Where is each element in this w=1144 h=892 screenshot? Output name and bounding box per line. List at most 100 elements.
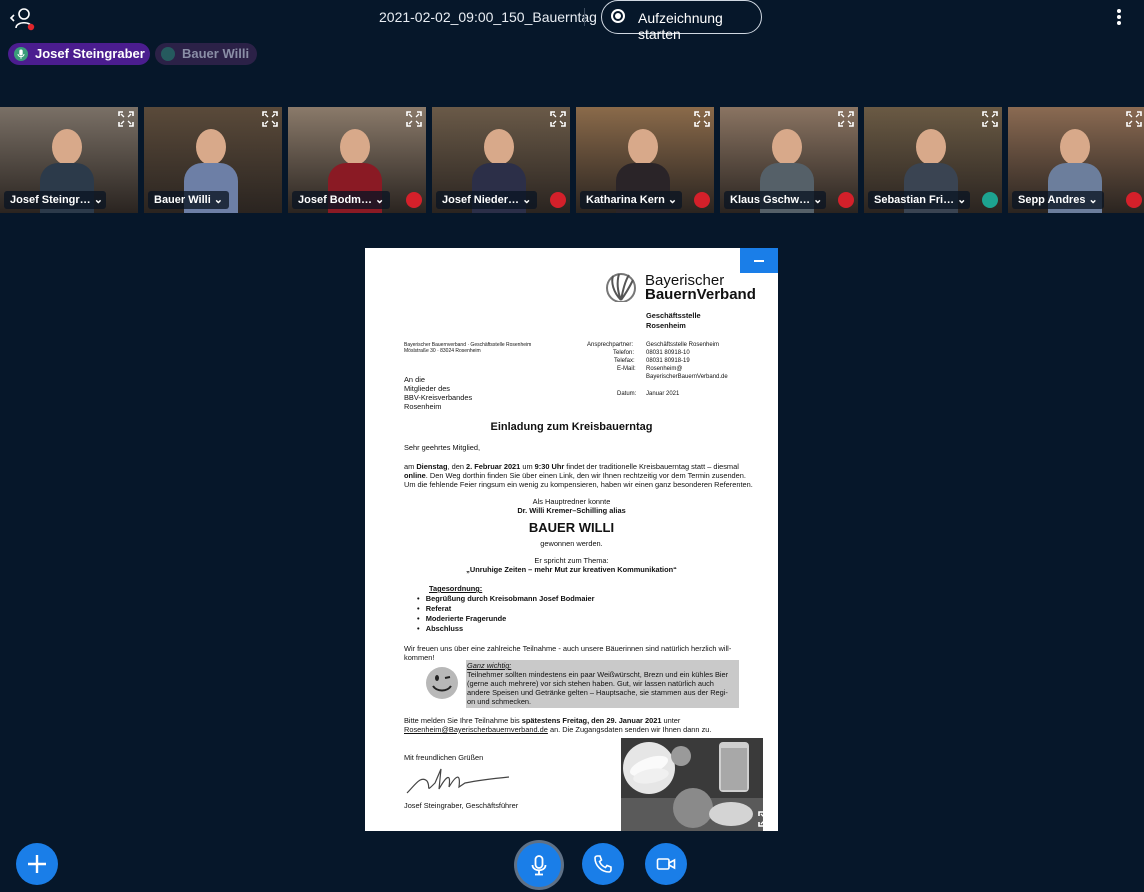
contact-value-1: 08031 80918-10 xyxy=(646,350,690,356)
register-email-link[interactable]: Rosenheim@Bayerischerbauernverband.de xyxy=(404,725,548,734)
speaker-name: Dr. Willi Kremer–Schilling alias xyxy=(517,506,626,515)
office-line1: Geschäftsstelle xyxy=(646,311,701,320)
webcam-tile[interactable]: Sepp Andres ⌄ xyxy=(1008,107,1144,213)
note-line-3: on und schmecken. xyxy=(467,697,532,706)
plus-icon xyxy=(28,855,46,873)
fullscreen-icon[interactable] xyxy=(550,111,566,127)
actions-plus-button[interactable] xyxy=(16,843,58,885)
webcam-name-dropdown[interactable]: Bauer Willi ⌄ xyxy=(148,191,230,209)
headline: Einladung zum Kreisbauerntag xyxy=(490,421,653,433)
users-icon xyxy=(9,8,35,31)
agenda-item-0: • Begrüßung durch Kreisobmann Josef Bodm… xyxy=(417,594,595,603)
agenda-item-1: • Referat xyxy=(417,604,452,613)
mute-microphone-button[interactable] xyxy=(517,843,561,887)
topic-intro: Er spricht zum Thema: xyxy=(534,556,609,565)
fullscreen-icon[interactable] xyxy=(1126,111,1142,127)
webcam-name-dropdown[interactable]: Klaus Gschw… ⌄ xyxy=(724,191,826,209)
closing-line-2: kommen! xyxy=(404,653,435,662)
microphone-icon xyxy=(161,47,175,61)
agenda-item-2: • Moderierte Fragerunde xyxy=(417,614,507,623)
register-line-1: Bitte melden Sie Ihre Teilnahme bis spät… xyxy=(404,716,681,725)
phone-icon xyxy=(594,855,612,873)
webcam-name-dropdown[interactable]: Josef Steingr… ⌄ xyxy=(4,191,106,209)
webcam-name-dropdown[interactable]: Josef Nieder… ⌄ xyxy=(436,191,538,209)
office-line2: Rosenheim xyxy=(646,321,686,330)
greeting: Mit freundlichen Grüßen xyxy=(404,753,484,762)
note-title: Ganz wichtig: xyxy=(467,661,512,670)
meeting-title: 2021-02-02_09:00_150_Bauerntag xyxy=(379,9,597,25)
topic: „Unruhige Zeiten – mehr Mut zur kreative… xyxy=(466,565,677,574)
fullscreen-icon[interactable] xyxy=(982,111,998,127)
contact-label-2: Telefax: xyxy=(614,358,635,364)
contact-label-0: Ansprechpartner: xyxy=(587,342,634,348)
title-divider xyxy=(584,8,585,26)
webcam-tile[interactable]: Sebastian Fri… ⌄ xyxy=(864,107,1002,213)
webcam-name-dropdown[interactable]: Katharina Kern ⌄ xyxy=(580,191,682,209)
share-webcam-button[interactable] xyxy=(645,843,687,885)
webcam-name-dropdown[interactable]: Sepp Andres ⌄ xyxy=(1012,191,1104,209)
contact-label-3: E-Mail: xyxy=(617,366,636,372)
webcam-tile[interactable]: Josef Nieder… ⌄ xyxy=(432,107,570,213)
video-camera-icon xyxy=(656,858,676,870)
muted-microphone-icon xyxy=(406,192,422,208)
fullscreen-icon[interactable] xyxy=(118,111,134,127)
salutation: Sehr geehrtes Mitglied, xyxy=(404,443,480,452)
talking-indicator-bauer-willi[interactable]: Bauer Willi xyxy=(155,43,257,65)
contact-value-3: Rosenheim@ xyxy=(646,366,683,372)
webcam-tile[interactable]: Josef Bodm… ⌄ xyxy=(288,107,426,213)
fullscreen-icon[interactable] xyxy=(838,111,854,127)
agenda-item-3: • Abschluss xyxy=(417,624,464,633)
fullscreen-icon[interactable] xyxy=(262,111,278,127)
paragraph-1-line-3: Um die fehlende Feier ringsum ein wenig … xyxy=(404,480,753,489)
talking-indicator-josef-steingraber[interactable]: Josef Steingraber xyxy=(8,43,150,65)
fullscreen-icon[interactable] xyxy=(694,111,710,127)
muted-microphone-icon xyxy=(838,192,854,208)
webcam-tile[interactable]: Klaus Gschw… ⌄ xyxy=(720,107,858,213)
muted-microphone-icon xyxy=(550,192,566,208)
muted-microphone-icon xyxy=(1126,192,1142,208)
recipient-0: An die xyxy=(404,375,425,384)
logo-line2: BauernVerband xyxy=(645,286,756,303)
smiley-icon xyxy=(426,667,458,699)
fullscreen-presentation-button[interactable] xyxy=(758,811,774,827)
contact-value-2: 08031 80918-19 xyxy=(646,358,690,364)
note-line-1: (gerne auch mehrere) vor sich stehen hab… xyxy=(467,679,714,688)
user-list-toggle-button[interactable] xyxy=(8,6,38,32)
record-icon xyxy=(611,9,625,23)
speaker-intro: Als Hauptredner konnte xyxy=(532,497,611,506)
minimize-presentation-button[interactable] xyxy=(740,248,778,273)
closing-line-1: Wir freuen uns über eine zahlreiche Teil… xyxy=(404,644,732,653)
date-value: Januar 2021 xyxy=(646,391,680,397)
contact-value-0: Geschäftsstelle Rosenheim xyxy=(646,342,720,348)
bbv-logo-icon xyxy=(606,273,636,302)
leave-audio-button[interactable] xyxy=(582,843,624,885)
note-line-0: Teilnehmer sollten mindestens ein paar W… xyxy=(467,670,729,679)
fullscreen-icon[interactable] xyxy=(406,111,422,127)
webcam-name-dropdown[interactable]: Josef Bodm… ⌄ xyxy=(292,191,391,209)
webcam-tile[interactable]: Josef Steingr… ⌄ xyxy=(0,107,138,213)
note-line-2: andere Speisen und Getränke gelten – Hau… xyxy=(467,688,728,697)
options-menu-button[interactable] xyxy=(1112,9,1126,29)
speaker-won: gewonnen werden. xyxy=(540,539,603,548)
weisswurst-photo xyxy=(621,738,763,831)
microphone-icon xyxy=(14,47,28,61)
webcam-tile[interactable]: Bauer Willi ⌄ xyxy=(144,107,282,213)
contact-value-4: BayerischerBauernVerband.de xyxy=(646,374,728,380)
talker-name: Bauer Willi xyxy=(182,46,250,61)
paragraph-1-line-1: am Dienstag, den 2. Februar 2021 um 9:30… xyxy=(404,462,739,471)
contact-label-1: Telefon: xyxy=(613,350,635,356)
webcam-name-dropdown[interactable]: Sebastian Fri… ⌄ xyxy=(868,191,970,209)
listen-only-headphones-icon xyxy=(982,192,998,208)
presentation-slide: Bayerischer BauernVerband Geschäftsstell… xyxy=(365,248,778,831)
agenda-title: Tagesordnung: xyxy=(429,584,483,593)
muted-microphone-icon xyxy=(694,192,710,208)
date-label: Datum: xyxy=(617,391,637,397)
signature-image xyxy=(406,768,510,794)
signatory: Josef Steingraber, Geschäftsführer xyxy=(404,801,519,810)
start-recording-button[interactable]: Aufzeichnung starten xyxy=(601,0,762,42)
recipient-3: Rosenheim xyxy=(404,402,442,411)
sender-line2: Mösl­straße 30 · 83024 Rosenheim xyxy=(404,348,481,354)
fullscreen-icon xyxy=(758,811,774,827)
start-recording-label: Aufzeichnung starten xyxy=(638,10,723,42)
webcam-tile[interactable]: Katharina Kern ⌄ xyxy=(576,107,714,213)
